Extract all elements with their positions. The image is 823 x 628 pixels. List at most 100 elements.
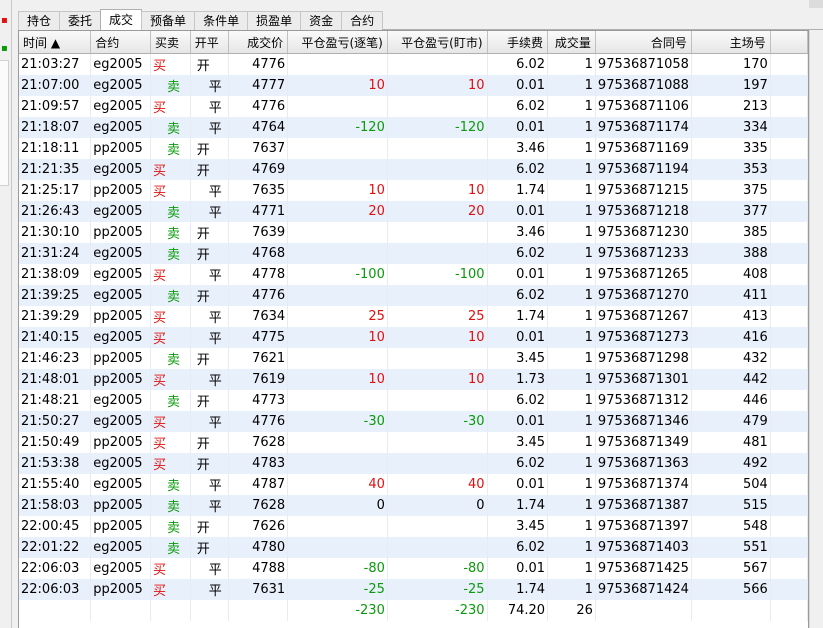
cell-side: 买 [150,306,191,327]
cell-contract: pp2005 [90,306,152,327]
tab-contracts[interactable]: 合约 [341,11,384,30]
tab-orders[interactable]: 委托 [59,11,102,30]
cell-fee: 0.01 [487,474,549,495]
cell-match-no: 170 [691,53,771,75]
tab-positions[interactable]: 持仓 [18,11,61,30]
cell-contract: eg2005 [90,201,152,222]
tab-stop-orders[interactable]: 损盈单 [247,11,302,30]
col-pnl-mark-header[interactable]: 平仓盈亏(盯市) [387,31,488,54]
cell-pnl-trade [287,432,388,453]
cell-price: 4769 [228,159,289,180]
cell-qty: 1 [547,243,596,264]
cell-fee: 6.02 [487,285,549,306]
table-row[interactable]: 21:58:03 pp2005 卖平 7628 0 0 1.74 1 97536871387 51… [19,495,808,516]
cell-pnl-trade: 20 [287,201,388,222]
tab-conditional-orders[interactable]: 条件单 [194,11,249,30]
cell-filler [770,390,808,411]
cell-order-no: 97536871424 [595,579,692,600]
cell-filler [770,327,808,348]
cell-contract: pp2005 [90,348,152,369]
table-row[interactable]: 22:00:45 pp2005 卖开 7626 3.45 1 97536871397 548 [19,516,808,537]
col-openclose-header[interactable]: 开平 [190,31,229,54]
cell-qty: 1 [547,369,596,390]
table-row[interactable]: 21:53:38 eg2005 买开 4783 6.02 1 97536871363 492 [19,453,808,474]
table-row[interactable]: 21:50:49 pp2005 买开 7628 3.45 1 97536871349 481 [19,432,808,453]
cell-pnl-mark [387,285,488,306]
cell-pnl-trade [287,537,388,558]
cell-pnl-mark [387,537,488,558]
cell-match-no: 479 [691,411,771,432]
cell-pnl-trade: 10 [287,180,388,201]
col-match-no-header[interactable]: 主场号 [691,31,771,54]
table-row[interactable]: 21:38:09 eg2005 买平 4778 -100 -100 0.01 1 9753687… [19,264,808,285]
col-fee-header[interactable]: 手续费 [487,31,549,54]
table-row[interactable]: 21:46:23 pp2005 卖开 7621 3.45 1 97536871298 432 [19,348,808,369]
cell-openclose: 平 [190,180,229,201]
table-row[interactable]: 21:39:25 eg2005 卖开 4776 6.02 1 97536871270 411 [19,285,808,306]
cell-fee: 1.74 [487,495,549,516]
cell-pnl-mark: -30 [387,411,488,432]
cell-fee: 0.01 [487,264,549,285]
table-row[interactable]: 21:40:15 eg2005 买平 4775 10 10 0.01 1 97536871273… [19,327,808,348]
tab-trades[interactable]: 成交 [100,9,143,30]
cell-pnl-mark: 10 [387,369,488,390]
cell-side: 买 [150,53,191,75]
cell-time: 22:06:03 [19,558,92,579]
cell-side: 买 [150,579,191,600]
cell-pnl-mark: -25 [387,579,488,600]
total-time [19,600,92,621]
cell-pnl-trade [287,348,388,369]
col-contract-header[interactable]: 合约 [90,31,152,54]
table-row[interactable]: 21:30:10 pp2005 卖开 7639 3.46 1 97536871230 385 [19,222,808,243]
cell-match-no: 408 [691,264,771,285]
cell-time: 21:18:07 [19,117,92,138]
table-row[interactable]: 21:31:24 eg2005 卖开 4768 6.02 1 97536871233 388 [19,243,808,264]
window-edge [809,0,823,8]
table-row[interactable]: 22:01:22 eg2005 卖开 4780 6.02 1 97536871403 551 [19,537,808,558]
col-pnl-trade-header[interactable]: 平仓盈亏(逐笔) [287,31,388,54]
table-row[interactable]: 21:18:07 eg2005 卖平 4764 -120 -120 0.01 1 9753687… [19,117,808,138]
table-row[interactable]: 22:06:03 pp2005 买平 7631 -25 -25 1.74 1 975368714… [19,579,808,600]
cell-pnl-trade [287,516,388,537]
col-side-header[interactable]: 买卖 [150,31,191,54]
cell-qty: 1 [547,75,596,96]
table-row[interactable]: 21:25:17 pp2005 买平 7635 10 10 1.74 1 97536871215… [19,180,808,201]
cell-pnl-trade: 10 [287,327,388,348]
cell-qty: 1 [547,558,596,579]
cell-pnl-mark [387,243,488,264]
cell-match-no: 413 [691,306,771,327]
table-row[interactable]: 21:55:40 eg2005 卖平 4787 40 40 0.01 1 97536871374… [19,474,808,495]
table-row[interactable]: 21:50:27 eg2005 买平 4776 -30 -30 0.01 1 975368713… [19,411,808,432]
tab-funds[interactable]: 资金 [300,11,343,30]
total-qty: 26 [547,600,596,621]
table-row[interactable]: 21:07:00 eg2005 卖平 4777 10 10 0.01 1 97536871088… [19,75,808,96]
cell-filler [770,453,808,474]
table-row[interactable]: 21:48:01 pp2005 买平 7619 10 10 1.73 1 97536871301… [19,369,808,390]
table-row[interactable]: 21:26:43 eg2005 卖平 4771 20 20 0.01 1 97536871218… [19,201,808,222]
table-row[interactable]: 21:39:29 pp2005 买平 7634 25 25 1.74 1 97536871267… [19,306,808,327]
cell-order-no: 97536871349 [595,432,692,453]
cell-filler [770,138,808,159]
tab-prepared-orders[interactable]: 预备单 [141,11,196,30]
vertical-scrollbar[interactable] [809,30,823,628]
cell-side: 买 [150,180,191,201]
cell-fee: 6.02 [487,96,549,117]
cell-order-no: 97536871230 [595,222,692,243]
table-row[interactable]: 21:48:21 eg2005 卖开 4773 6.02 1 97536871312 446 [19,390,808,411]
table-row[interactable]: 21:03:27 eg2005 买开 4776 6.02 1 97536871058 170 [19,53,808,75]
col-order-no-header[interactable]: 合同号 [595,31,692,54]
table-row[interactable]: 22:06:03 eg2005 买平 4788 -80 -80 0.01 1 975368714… [19,558,808,579]
table-row[interactable]: 21:09:57 eg2005 买平 4776 6.02 1 97536871106 213 [19,96,808,117]
cell-pnl-mark [387,96,488,117]
col-qty-header[interactable]: 成交量 [547,31,596,54]
cell-side: 卖 [150,537,191,558]
cell-time: 21:21:35 [19,159,92,180]
col-price-header[interactable]: 成交价 [228,31,289,54]
cell-pnl-trade: 10 [287,369,388,390]
cell-fee: 6.02 [487,537,549,558]
cell-openclose: 平 [190,474,229,495]
cell-contract: eg2005 [90,453,152,474]
table-row[interactable]: 21:18:11 pp2005 卖开 7637 3.46 1 97536871169 335 [19,138,808,159]
col-time-header[interactable]: 时间 ▲ [19,31,92,54]
table-row[interactable]: 21:21:35 eg2005 买开 4769 6.02 1 97536871194 353 [19,159,808,180]
